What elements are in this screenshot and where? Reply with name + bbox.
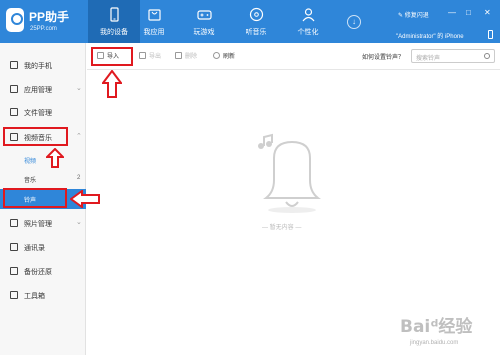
ringtone-help-link[interactable]: 如何设置铃声？: [362, 52, 404, 61]
sidebar-sub-music[interactable]: 音乐 2: [0, 169, 86, 189]
sidebar-item-label: 工具箱: [24, 293, 45, 300]
sidebar-item-label: 备份还原: [24, 269, 52, 276]
search-input[interactable]: 搜索铃声: [411, 49, 495, 63]
sidebar-item-label: 通讯录: [24, 245, 45, 252]
repair-crash-label: 修复闪退: [404, 13, 429, 19]
baidu-jingyan-watermark: Baiᵈ经验 jingyan.baidu.com: [400, 312, 494, 352]
tab-music[interactable]: 听音乐: [230, 0, 282, 43]
empty-bell-illustration: [246, 130, 326, 220]
annotation-import-box: [91, 47, 133, 66]
chevron-up-icon: ⌃: [76, 133, 82, 140]
iphone-icon: [488, 30, 493, 39]
empty-state-label: 暂无内容: [269, 225, 294, 231]
search-placeholder: 搜索铃声: [416, 56, 441, 62]
export-label: 导出: [149, 54, 162, 60]
download-icon[interactable]: ↓: [347, 15, 361, 29]
chevron-down-icon: ⌄: [76, 85, 82, 92]
delete-button[interactable]: 删除: [175, 51, 197, 60]
music-count-badge: 2: [77, 175, 81, 181]
sidebar-item-label: 文件管理: [24, 110, 52, 117]
tab-label: 玩游戏: [193, 29, 215, 36]
pp-logo-icon: [6, 8, 24, 32]
tab-label: 我应用: [143, 29, 165, 36]
refresh-icon: [213, 52, 220, 59]
sidebar-item-backup-restore[interactable]: 备份还原: [0, 261, 86, 283]
annotation-up-arrow: [102, 70, 122, 98]
refresh-button[interactable]: 刷新: [213, 51, 235, 60]
sidebar-item-photo-management[interactable]: 照片管理 ⌄: [0, 213, 86, 235]
sidebar-item-contacts[interactable]: 通讯录: [0, 237, 86, 259]
tab-games[interactable]: 玩游戏: [178, 0, 230, 43]
chevron-down-icon: ⌄: [76, 219, 82, 226]
tab-my-apps[interactable]: 我应用: [128, 0, 180, 43]
sidebar-item-my-phone[interactable]: 我的手机: [0, 55, 86, 77]
photo-icon: [10, 219, 18, 227]
gamepad-icon: [196, 7, 212, 22]
phone-icon: [107, 7, 122, 22]
sidebar-sub-video[interactable]: 视频: [0, 150, 86, 170]
maximize-button[interactable]: □: [466, 8, 471, 17]
annotation-left-arrow: [70, 190, 100, 208]
tab-personalize[interactable]: 个性化: [282, 0, 334, 43]
watermark-url: jingyan.baidu.com: [410, 340, 459, 346]
sidebar-item-toolbox[interactable]: 工具箱: [0, 285, 86, 307]
repair-crash-link[interactable]: ✎ 修复闪退: [398, 10, 429, 19]
export-icon: [139, 52, 146, 59]
sidebar-item-label: 照片管理: [24, 221, 52, 228]
phone-icon: [10, 61, 18, 69]
app-header: PP助手 25PP.com 我的设备 我应用 玩游戏 听音乐 个性化 ↓ ✎ 修…: [0, 0, 500, 43]
toolbox-icon: [10, 291, 18, 299]
sidebar-sub-label: 视频: [24, 159, 37, 165]
sidebar-sub-label: 音乐: [24, 178, 37, 184]
tab-label: 听音乐: [245, 29, 267, 36]
tab-label: 个性化: [297, 29, 319, 36]
app-title: PP助手: [29, 10, 70, 24]
music-disc-icon: [249, 7, 264, 22]
minimize-button[interactable]: —: [448, 8, 456, 17]
export-button[interactable]: 导出: [139, 51, 161, 60]
device-name[interactable]: "Administrator" 的 iPhone: [396, 31, 464, 40]
sidebar-item-app-management[interactable]: 应用管理 ⌄: [0, 79, 86, 101]
annotation-up-arrow: [46, 148, 64, 168]
empty-state-text: — 暂无内容 —: [262, 225, 302, 231]
contacts-icon: [10, 243, 18, 251]
bag-icon: [147, 7, 162, 22]
sidebar-item-label: 应用管理: [24, 87, 52, 94]
watermark-logo-text: Baiᵈ经验: [400, 317, 473, 337]
apps-grid-icon: [10, 85, 18, 93]
app-subtitle: 25PP.com: [30, 26, 57, 32]
sidebar-item-file-management[interactable]: 文件管理: [0, 102, 86, 124]
close-button[interactable]: ✕: [484, 8, 491, 17]
trash-icon: [175, 52, 182, 59]
annotation-video-music-box: [3, 127, 68, 146]
refresh-label: 刷新: [223, 54, 236, 60]
toolbar: 导入 导出 删除 刷新 如何设置铃声？ 搜索铃声: [87, 43, 500, 70]
delete-label: 删除: [185, 54, 198, 60]
search-icon: [484, 53, 490, 59]
annotation-ringtone-box: [3, 188, 67, 208]
wrench-icon: ✎: [398, 13, 404, 19]
person-icon: [301, 7, 316, 22]
folder-icon: [10, 108, 18, 116]
sidebar-item-label: 我的手机: [24, 63, 52, 70]
backup-icon: [10, 267, 18, 275]
